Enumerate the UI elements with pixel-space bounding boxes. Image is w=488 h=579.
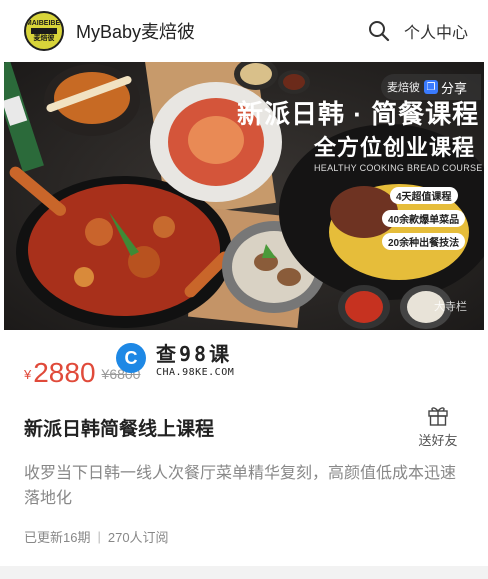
user-center-link[interactable]: 个人中心	[404, 19, 468, 43]
course-page: MAIBEIBEI 麦焙彼 MyBaby麦焙彼 个人中心 麦焙彼 ❐ 分享 新派…	[0, 0, 488, 579]
watermark-sub: CHA.98KE.COM	[156, 367, 235, 378]
currency-symbol: ¥	[24, 367, 32, 382]
banner-badge: 4天超值课程	[390, 187, 458, 204]
watermark-main: 查98课	[156, 342, 233, 366]
course-meta: 已更新16期 | 270人订阅	[24, 527, 169, 546]
site-watermark: C 查98课 CHA.98KE.COM	[116, 338, 234, 378]
banner-badge: 20余种出餐技法	[382, 233, 466, 250]
bottom-spacer	[0, 566, 488, 579]
gift-label: 送好友	[418, 433, 458, 448]
course-description: 收罗当下日韩一线人次餐厅菜单精华复刻，高颜值低成本迅速落地化	[24, 465, 457, 507]
search-icon[interactable]	[368, 20, 390, 42]
gift-icon	[427, 404, 449, 426]
top-header: MAIBEIBEI 麦焙彼 MyBaby麦焙彼 个人中心	[0, 0, 488, 62]
logo-text-cn: 麦焙彼	[33, 34, 55, 42]
meta-divider: |	[97, 529, 101, 544]
send-gift-button[interactable]: 送好友	[416, 404, 460, 449]
course-banner: 麦焙彼 ❐ 分享 新派日韩 · 简餐课程 全方位创业课程 HEALTHY COO…	[4, 62, 484, 330]
logo-bar	[31, 27, 57, 34]
banner-badge: 40余款爆单菜品	[382, 210, 466, 227]
watermark-logo-icon: C	[116, 343, 146, 373]
share-icon: ❐	[424, 80, 438, 94]
banner-corner-watermark: 大寺栏	[434, 301, 467, 313]
watermark-text: 查98课 CHA.98KE.COM	[156, 338, 234, 378]
brand-name[interactable]: MyBaby麦焙彼	[76, 18, 195, 44]
course-title: 新派日韩简餐线上课程	[24, 419, 215, 440]
logo-text-en: MAIBEIBEI	[25, 19, 63, 27]
update-count: 已更新16期	[24, 530, 91, 545]
brand-logo[interactable]: MAIBEIBEI 麦焙彼	[24, 11, 64, 51]
banner-title-secondary: 全方位创业课程	[314, 135, 476, 160]
banner-subtitle: HEALTHY COOKING BREAD COURSE	[314, 163, 483, 173]
header-actions: 个人中心	[368, 19, 468, 43]
current-price: 2880	[33, 357, 96, 388]
subscriber-count: 270人订阅	[107, 530, 169, 545]
share-brand: 麦焙彼	[387, 82, 420, 94]
banner-title: 新派日韩 · 简餐课程	[237, 99, 480, 129]
